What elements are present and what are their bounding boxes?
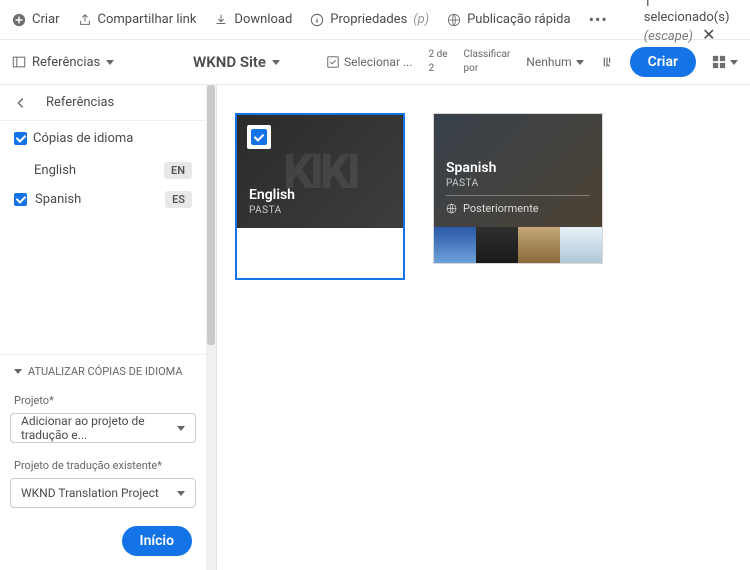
properties-action[interactable]: Propriedades (p) — [310, 12, 429, 27]
site-title-text: WKND Site — [193, 53, 266, 71]
share-link-action[interactable]: Compartilhar link — [78, 12, 197, 27]
plus-circle-icon — [12, 13, 26, 27]
deselect-button[interactable]: ✕ — [702, 25, 715, 44]
sort-value: Nenhum — [526, 55, 571, 69]
project-select[interactable]: Adicionar ao projeto de tradução e... — [10, 413, 196, 443]
card-checkbox[interactable] — [247, 125, 271, 149]
sort-top: Classificar — [464, 50, 511, 60]
select-all-checkbox[interactable] — [14, 132, 27, 145]
checkbox-icon — [326, 55, 340, 69]
card-thumbnails — [434, 227, 602, 263]
language-checkbox[interactable] — [14, 193, 27, 206]
card-view-icon — [712, 55, 726, 69]
share-label: Compartilhar link — [98, 12, 197, 27]
create-button[interactable]: Criar — [630, 47, 696, 77]
language-row-spanish[interactable]: Spanish ES — [0, 185, 206, 214]
existing-project-select[interactable]: WKND Translation Project — [10, 478, 196, 508]
chevron-down-icon — [177, 491, 185, 496]
card-subtitle: PASTA — [446, 178, 590, 189]
language-copies-header[interactable]: Cópias de idioma — [0, 121, 206, 156]
page-frac-top: 2 de — [429, 50, 448, 60]
globe-icon — [446, 203, 457, 214]
card-subtitle: PASTA — [249, 205, 391, 216]
pagination-info: 2 de 2 — [429, 50, 448, 74]
escape-hint: (escape) — [644, 29, 693, 44]
quick-publish-action[interactable]: Publicação rápida — [447, 12, 570, 27]
references-panel: Referências Cópias de idioma English EN … — [0, 85, 217, 570]
start-button[interactable]: Início — [122, 526, 192, 556]
properties-label: Propriedades — [330, 12, 407, 27]
sort-order-icon — [600, 55, 614, 69]
language-label: Spanish — [35, 192, 157, 207]
panel-title: Referências — [46, 95, 114, 110]
project-value: Adicionar ao projeto de tradução e... — [21, 414, 177, 442]
language-code: ES — [165, 191, 192, 208]
card-grid: KIKI English PASTA Spanish PASTA — [217, 85, 750, 570]
download-icon — [214, 13, 228, 27]
create-action[interactable]: Criar — [12, 12, 60, 27]
rail-toggle[interactable]: Referências — [12, 55, 114, 70]
chevron-left-icon — [14, 96, 28, 110]
rail-left-icon — [12, 55, 26, 69]
panel-back-header[interactable]: Referências — [0, 85, 206, 121]
secondary-bar: Referências WKND Site Selecionar ... 2 d… — [0, 40, 750, 85]
select-mode[interactable]: Selecionar ... — [326, 55, 413, 69]
download-action[interactable]: Download — [214, 12, 292, 27]
language-label: English — [34, 163, 156, 178]
chevron-down-icon — [576, 60, 584, 65]
more-actions[interactable]: ••• — [589, 10, 608, 29]
language-code: EN — [164, 162, 192, 179]
card-status-text: Posteriormente — [463, 202, 539, 215]
properties-key-hint: (p) — [413, 12, 429, 27]
chevron-down-icon — [14, 369, 22, 374]
sort-bottom: por — [464, 64, 479, 74]
select-label: Selecionar ... — [344, 55, 413, 69]
project-field-label: Projeto* — [0, 388, 206, 409]
top-action-bar: Criar Compartilhar link Download Proprie… — [0, 0, 750, 40]
existing-project-value: WKND Translation Project — [21, 486, 159, 500]
card-title: English — [249, 187, 391, 203]
card-status: Posteriormente — [446, 195, 590, 215]
panel-scrollbar[interactable] — [206, 85, 216, 570]
globe-icon — [447, 13, 461, 27]
create-label: Criar — [32, 12, 60, 27]
chevron-down-icon — [106, 60, 114, 65]
chevron-down-icon — [177, 426, 185, 431]
selected-count: 1 selecionado(s) — [644, 0, 730, 25]
rail-label: Referências — [32, 55, 100, 70]
update-copies-accordion[interactable]: ATUALIZAR CÓPIAS DE IDIOMA — [0, 354, 206, 388]
main-area: Referências Cópias de idioma English EN … — [0, 85, 750, 570]
language-row-english[interactable]: English EN — [0, 156, 206, 185]
view-switcher[interactable] — [712, 55, 738, 69]
selection-info: 1 selecionado(s) (escape) ✕ — [644, 0, 738, 44]
quick-publish-label: Publicação rápida — [467, 12, 570, 27]
accordion-label: ATUALIZAR CÓPIAS DE IDIOMA — [28, 365, 183, 378]
language-copies-title: Cópias de idioma — [33, 131, 133, 146]
chevron-down-icon — [730, 60, 738, 65]
card-title: Spanish — [446, 160, 590, 176]
sort-label: Classificar por — [464, 50, 511, 74]
sort-direction[interactable] — [600, 55, 614, 69]
page-frac-bottom: 2 — [429, 64, 435, 74]
page-card-english[interactable]: KIKI English PASTA — [235, 113, 405, 542]
more-icon: ••• — [589, 10, 608, 29]
existing-project-label: Projeto de tradução existente* — [0, 453, 206, 474]
breadcrumb-title[interactable]: WKND Site — [193, 53, 280, 71]
info-icon — [310, 13, 324, 27]
page-card-spanish[interactable]: Spanish PASTA Posteriormente — [433, 113, 603, 542]
sort-dropdown[interactable]: Nenhum — [526, 55, 583, 69]
share-icon — [78, 13, 92, 27]
chevron-down-icon — [272, 60, 280, 65]
download-label: Download — [234, 12, 292, 27]
